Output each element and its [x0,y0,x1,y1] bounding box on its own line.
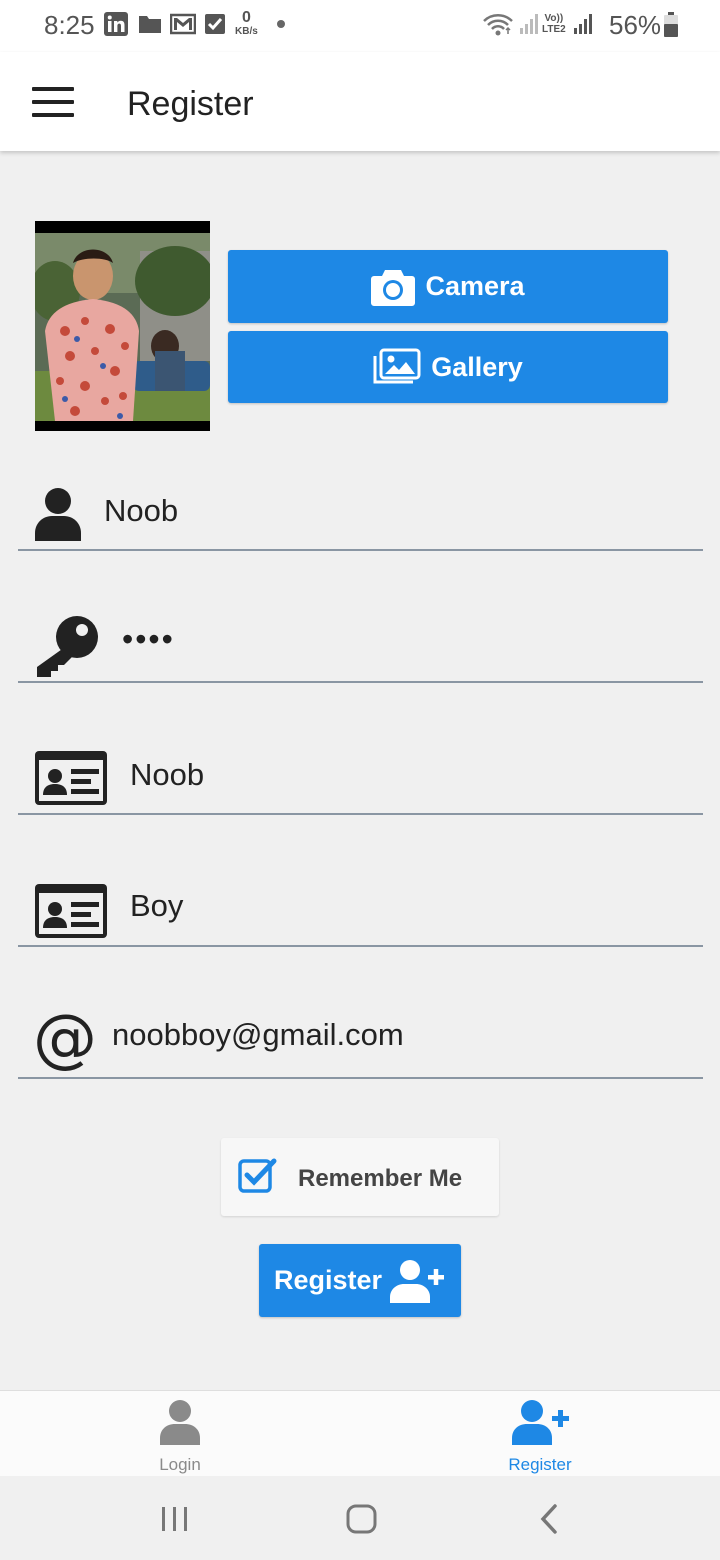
camera-button[interactable]: Camera [228,250,668,323]
nav-item-register[interactable]: Register [360,1391,720,1477]
nav-label-login: Login [159,1455,201,1474]
gallery-button[interactable]: Gallery [228,331,668,403]
remember-me-label: Remember Me [298,1165,463,1192]
nav-item-login[interactable]: Login [0,1391,360,1477]
email-input[interactable] [112,999,692,1071]
app-bar: Register [0,52,720,151]
volte-indicator: Vo)) LTE2 [542,13,566,35]
camera-icon [371,269,416,306]
bottom-navigation: Login Register [0,1390,720,1476]
add-user-icon [390,1259,445,1303]
first-name-field [18,735,703,815]
back-icon[interactable] [538,1504,560,1539]
remember-me-checkbox[interactable]: Remember Me [221,1138,499,1216]
status-bar: 8:25 0 KB/s Vo)) LTE2 56% [0,0,720,52]
id-card-icon [35,751,107,810]
signal-icon [572,12,594,41]
task-check-icon [204,12,226,41]
wifi-icon [482,12,514,43]
signal-weak-icon [518,12,540,41]
add-user-icon [512,1399,570,1450]
last-name-input[interactable] [130,870,690,942]
profile-photo [35,221,210,431]
hamburger-menu-icon[interactable] [32,87,74,117]
password-field [18,603,703,683]
key-icon [35,615,99,684]
page-title: Register [127,85,254,123]
at-sign-icon: @ [33,1002,97,1076]
notification-dot [277,20,285,28]
camera-label: Camera [425,271,525,301]
battery-percent: 56% [609,10,662,40]
status-time: 8:25 [44,10,95,40]
checkbox-checked-icon [238,1157,278,1198]
gallery-label: Gallery [431,351,523,382]
id-card-icon [35,884,107,943]
system-navigation-bar [0,1476,720,1560]
register-button-label: Register [273,1265,383,1295]
user-icon [35,487,81,546]
battery-icon [663,12,679,43]
gallery-icon [373,348,421,384]
home-icon[interactable] [346,1504,378,1539]
network-speed: 0 KB/s [235,9,258,38]
linkedin-icon [104,12,128,41]
password-input[interactable] [122,603,692,675]
email-field: @ [18,999,703,1079]
username-field [18,471,703,551]
first-name-input[interactable] [130,739,690,811]
recent-apps-icon[interactable] [160,1505,190,1538]
last-name-field [18,867,703,947]
mail-icon [169,12,197,41]
register-button[interactable]: Register [259,1244,461,1317]
nav-label-register: Register [508,1455,572,1474]
folder-icon [138,12,162,41]
user-icon [160,1399,200,1450]
username-input[interactable] [104,475,694,547]
